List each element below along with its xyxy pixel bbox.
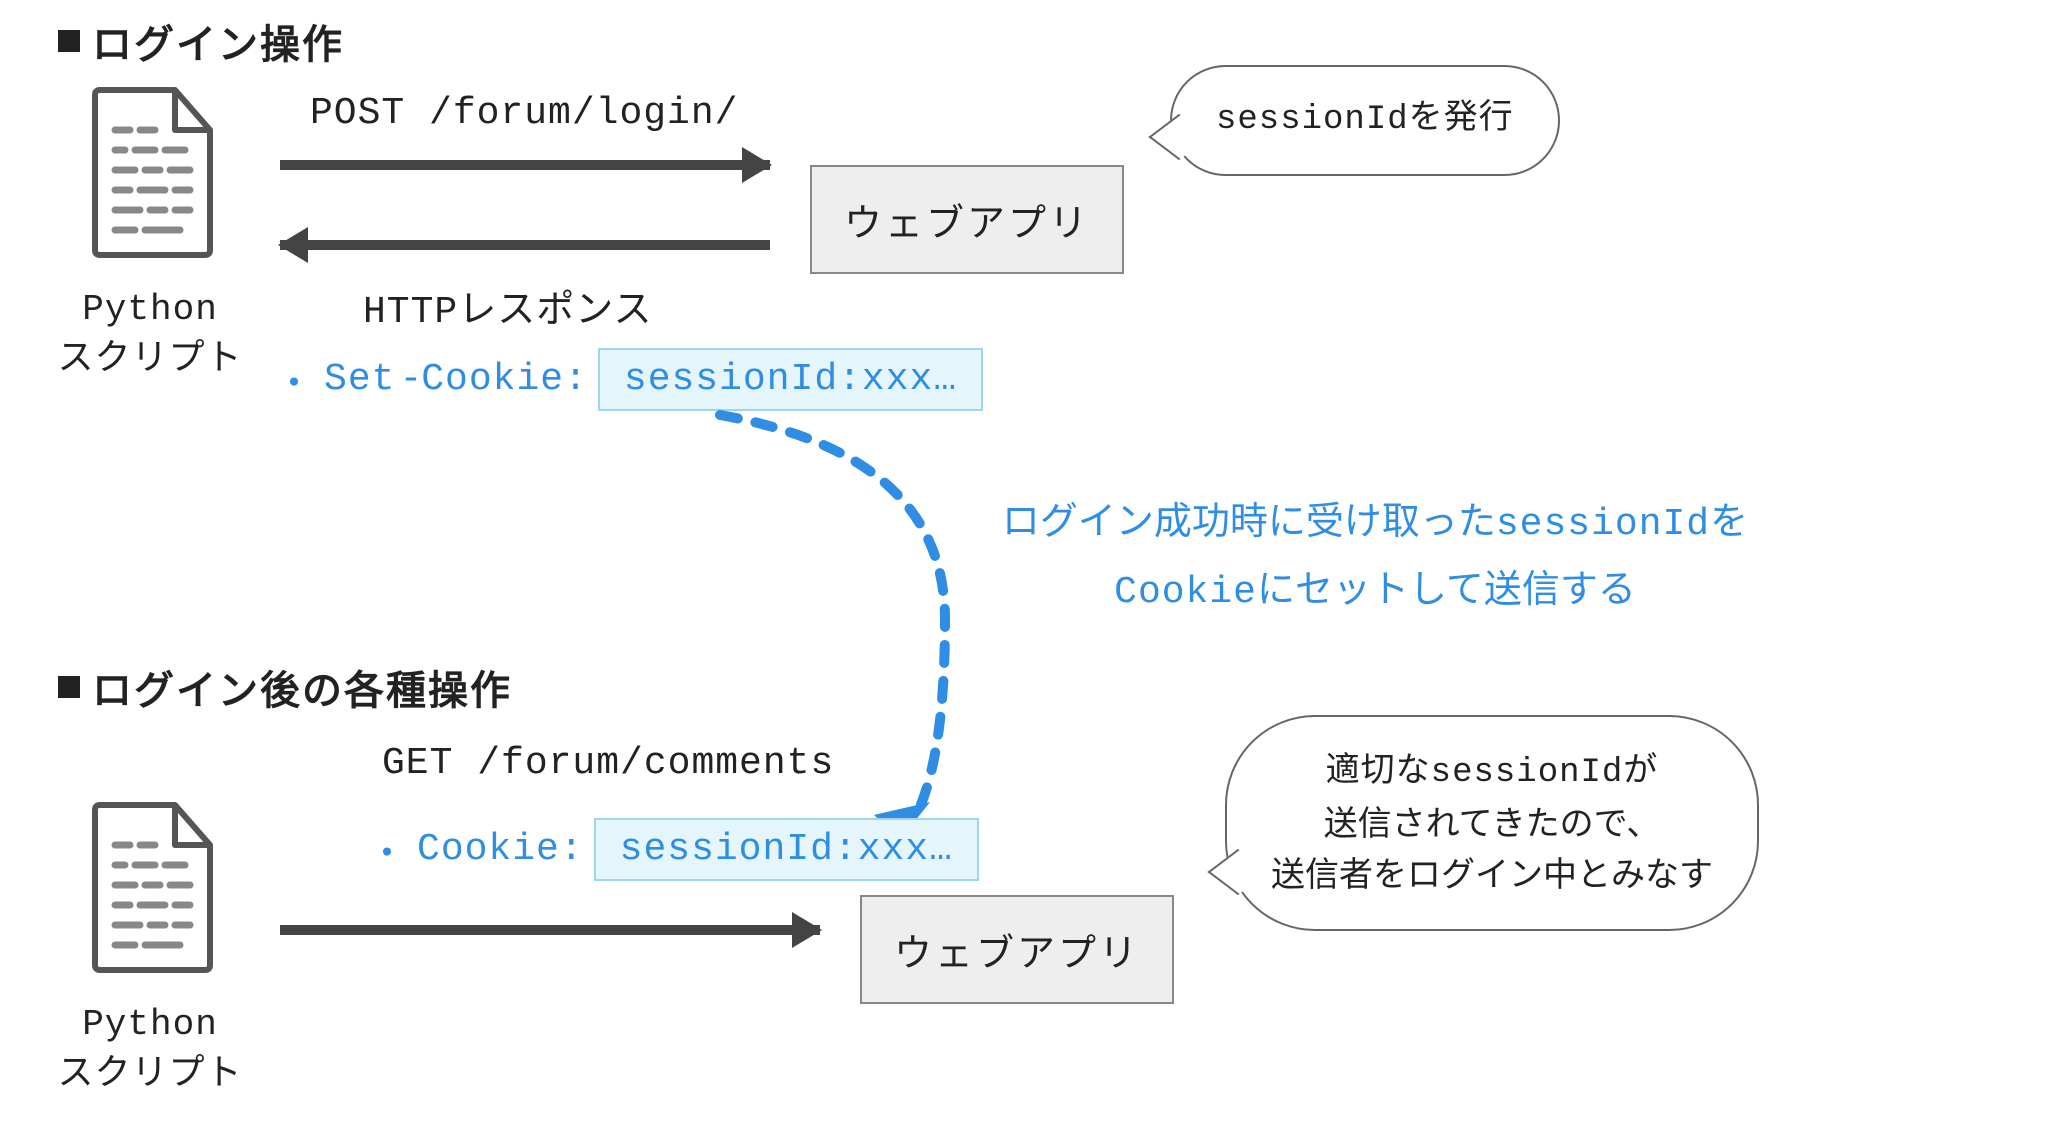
- section-title-text: ログイン後の各種操作: [92, 658, 512, 716]
- speech-valid-session: 適切なsessionIdが 送信されてきたので、 送信者をログイン中とみなす: [1225, 715, 1759, 931]
- request-label-comments: GET /forum/comments: [382, 742, 834, 785]
- script-label: Python スクリプト: [50, 1000, 250, 1101]
- cookie-key: Cookie:: [417, 828, 584, 871]
- doc-icon: [85, 800, 220, 975]
- webapp-box: ウェブアプリ: [860, 895, 1174, 1004]
- session-box: sessionId:xxx…: [594, 818, 979, 881]
- arrow-comments-request: [280, 925, 820, 935]
- square-bullet-icon: [58, 676, 80, 698]
- section-title-after-login: ログイン後の各種操作: [58, 658, 512, 716]
- session-flow-note: ログイン成功時に受け取ったsessionIdを Cookieにセットして送信する: [985, 490, 1765, 625]
- bullet-icon: ・: [368, 822, 407, 878]
- cookie-line: ・ Cookie: sessionId:xxx…: [368, 818, 979, 881]
